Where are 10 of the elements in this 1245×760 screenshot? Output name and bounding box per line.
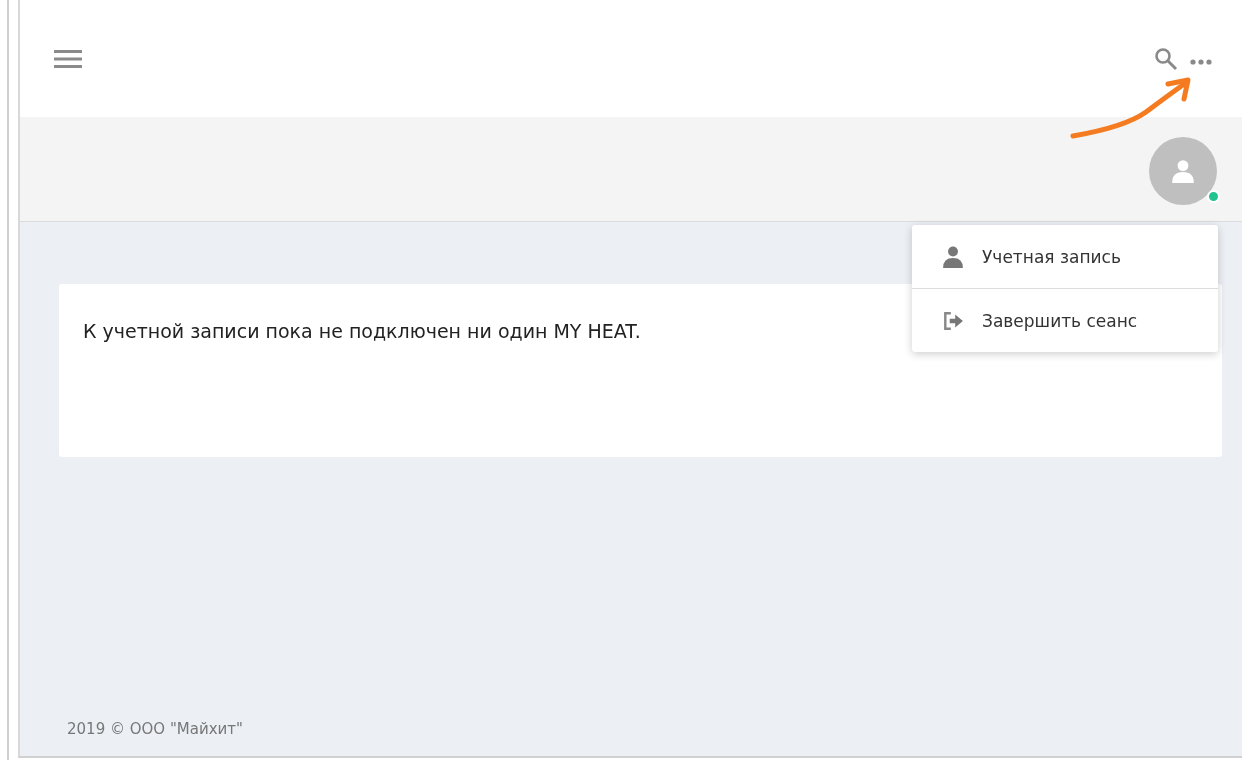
more-icon[interactable] bbox=[1190, 58, 1212, 65]
user-icon bbox=[942, 245, 964, 268]
search-icon[interactable] bbox=[1154, 46, 1178, 71]
menu-icon[interactable] bbox=[54, 48, 82, 69]
menu-item[interactable]: Учетная запись bbox=[912, 225, 1218, 288]
copyright-text: 2019 © ООО "Майхит" bbox=[67, 720, 243, 738]
logout-icon bbox=[942, 309, 964, 332]
user-icon bbox=[1170, 158, 1196, 184]
empty-message: К учетной записи пока не подключен ни один MY HEAT. bbox=[83, 320, 641, 342]
menu-item[interactable]: Завершить сеанс bbox=[912, 289, 1218, 352]
